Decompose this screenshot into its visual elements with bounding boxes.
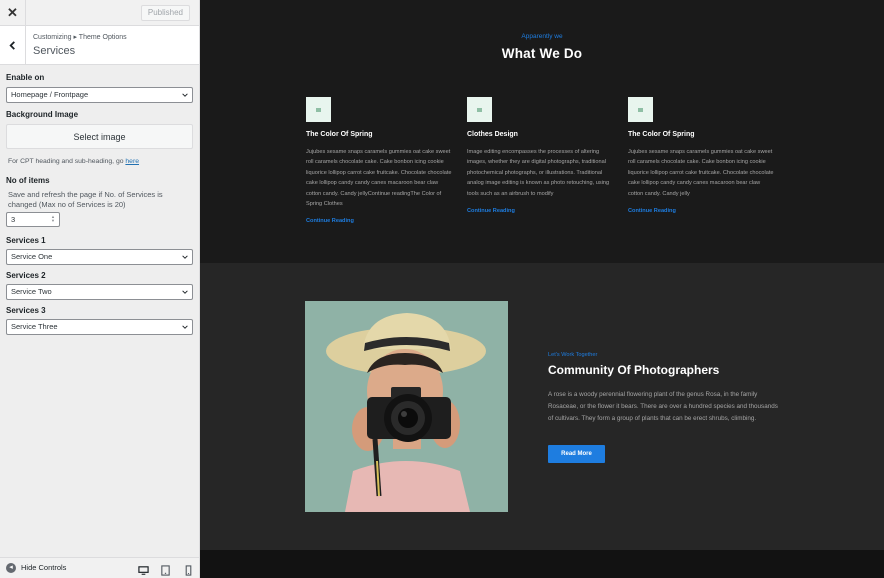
continue-reading-link[interactable]: Continue Reading: [306, 218, 354, 224]
enable-on-select[interactable]: Homepage / Frontpage: [6, 87, 193, 103]
back-button[interactable]: [0, 26, 26, 65]
cpt-note-text: For CPT heading and sub-heading, go: [8, 158, 124, 165]
services-1-label: Services 1: [6, 236, 46, 245]
chevron-down-icon: [182, 255, 188, 259]
tablet-icon[interactable]: [160, 563, 171, 576]
service-image-icon: [467, 97, 492, 122]
chevron-down-icon: [182, 290, 188, 294]
service-card-text: Jujubes sesame snaps caramels gummies oa…: [306, 149, 452, 208]
services-3-value: Service Three: [11, 322, 58, 331]
services-2-label: Services 2: [6, 271, 46, 280]
cpt-note: For CPT heading and sub-heading, go here: [6, 157, 193, 166]
services-1-select[interactable]: Service One: [6, 249, 193, 265]
services-subtitle: Apparently we: [521, 33, 563, 40]
controls-panel: Enable on Homepage / Frontpage Backgroun…: [0, 65, 199, 335]
service-card: Clothes Design Image editing encompasses…: [467, 97, 613, 217]
community-text: A rose is a woody perennial flowering pl…: [548, 391, 778, 422]
cpt-here-link[interactable]: here: [125, 158, 139, 165]
section-header: Customizing ▸ Theme Options Services: [0, 26, 199, 65]
services-section: Apparently we What We Do The Color Of Sp…: [200, 0, 884, 263]
no-of-items-input[interactable]: 3 ▲ ▼: [6, 212, 60, 227]
service-card-title: The Color Of Spring: [306, 131, 373, 138]
service-card-text: Jujubes sesame snaps caramels gummies oa…: [628, 149, 774, 197]
service-card-title: The Color Of Spring: [628, 131, 695, 138]
customizer-topbar: ✕ Published: [0, 0, 199, 26]
mobile-icon[interactable]: [183, 563, 194, 576]
no-of-items-description: Save and refresh the page if No. of Serv…: [8, 190, 163, 209]
enable-on-label: Enable on: [6, 73, 45, 82]
desktop-icon[interactable]: [138, 563, 149, 575]
published-button[interactable]: Published: [140, 5, 190, 21]
photographer-illustration: [305, 301, 508, 512]
service-card: The Color Of Spring Jujubes sesame snaps…: [306, 97, 452, 227]
service-card-title: Clothes Design: [467, 131, 518, 138]
collapse-arrow-icon: ◂: [6, 563, 16, 573]
hide-controls-label: Hide Controls: [21, 563, 67, 572]
read-more-button[interactable]: Read More: [548, 445, 605, 463]
background-image-label: Background Image: [6, 110, 79, 119]
customizer-footer: ◂ Hide Controls: [0, 557, 199, 578]
community-section: Let's Work Together Community Of Photogr…: [200, 263, 884, 550]
chevron-down-icon: [182, 93, 188, 97]
section-title: Services: [33, 45, 76, 57]
chevron-down-icon: [182, 325, 188, 329]
services-1-value: Service One: [11, 252, 53, 261]
service-image-icon: [628, 97, 653, 122]
community-eyebrow: Let's Work Together: [548, 352, 598, 358]
services-3-label: Services 3: [6, 306, 46, 315]
services-title: What We Do: [501, 46, 583, 61]
chevron-left-icon: [9, 41, 15, 50]
service-card: The Color Of Spring Jujubes sesame snaps…: [628, 97, 774, 217]
customizer-sidebar: ✕ Published Customizing ▸ Theme Options …: [0, 0, 200, 578]
service-card-text: Image editing encompasses the processes …: [467, 149, 610, 197]
no-of-items-value: 3: [11, 215, 16, 224]
services-2-value: Service Two: [11, 287, 52, 296]
footer-strip: [200, 550, 884, 578]
close-icon[interactable]: ✕: [0, 0, 26, 26]
photographer-photo: [305, 301, 508, 512]
site-preview: Apparently we What We Do The Color Of Sp…: [200, 0, 884, 578]
select-image-button[interactable]: Select image: [6, 124, 193, 149]
community-title: Community Of Photographers: [548, 363, 720, 377]
enable-on-value: Homepage / Frontpage: [11, 90, 89, 99]
hide-controls-button[interactable]: ◂ Hide Controls: [6, 562, 66, 574]
number-spinner-icon[interactable]: ▲ ▼: [51, 215, 55, 223]
breadcrumb: Customizing ▸ Theme Options: [33, 34, 127, 41]
services-3-select[interactable]: Service Three: [6, 319, 193, 335]
services-2-select[interactable]: Service Two: [6, 284, 193, 300]
continue-reading-link[interactable]: Continue Reading: [628, 208, 676, 214]
no-of-items-label: No of items: [6, 176, 50, 185]
continue-reading-link[interactable]: Continue Reading: [467, 208, 515, 214]
service-image-icon: [306, 97, 331, 122]
